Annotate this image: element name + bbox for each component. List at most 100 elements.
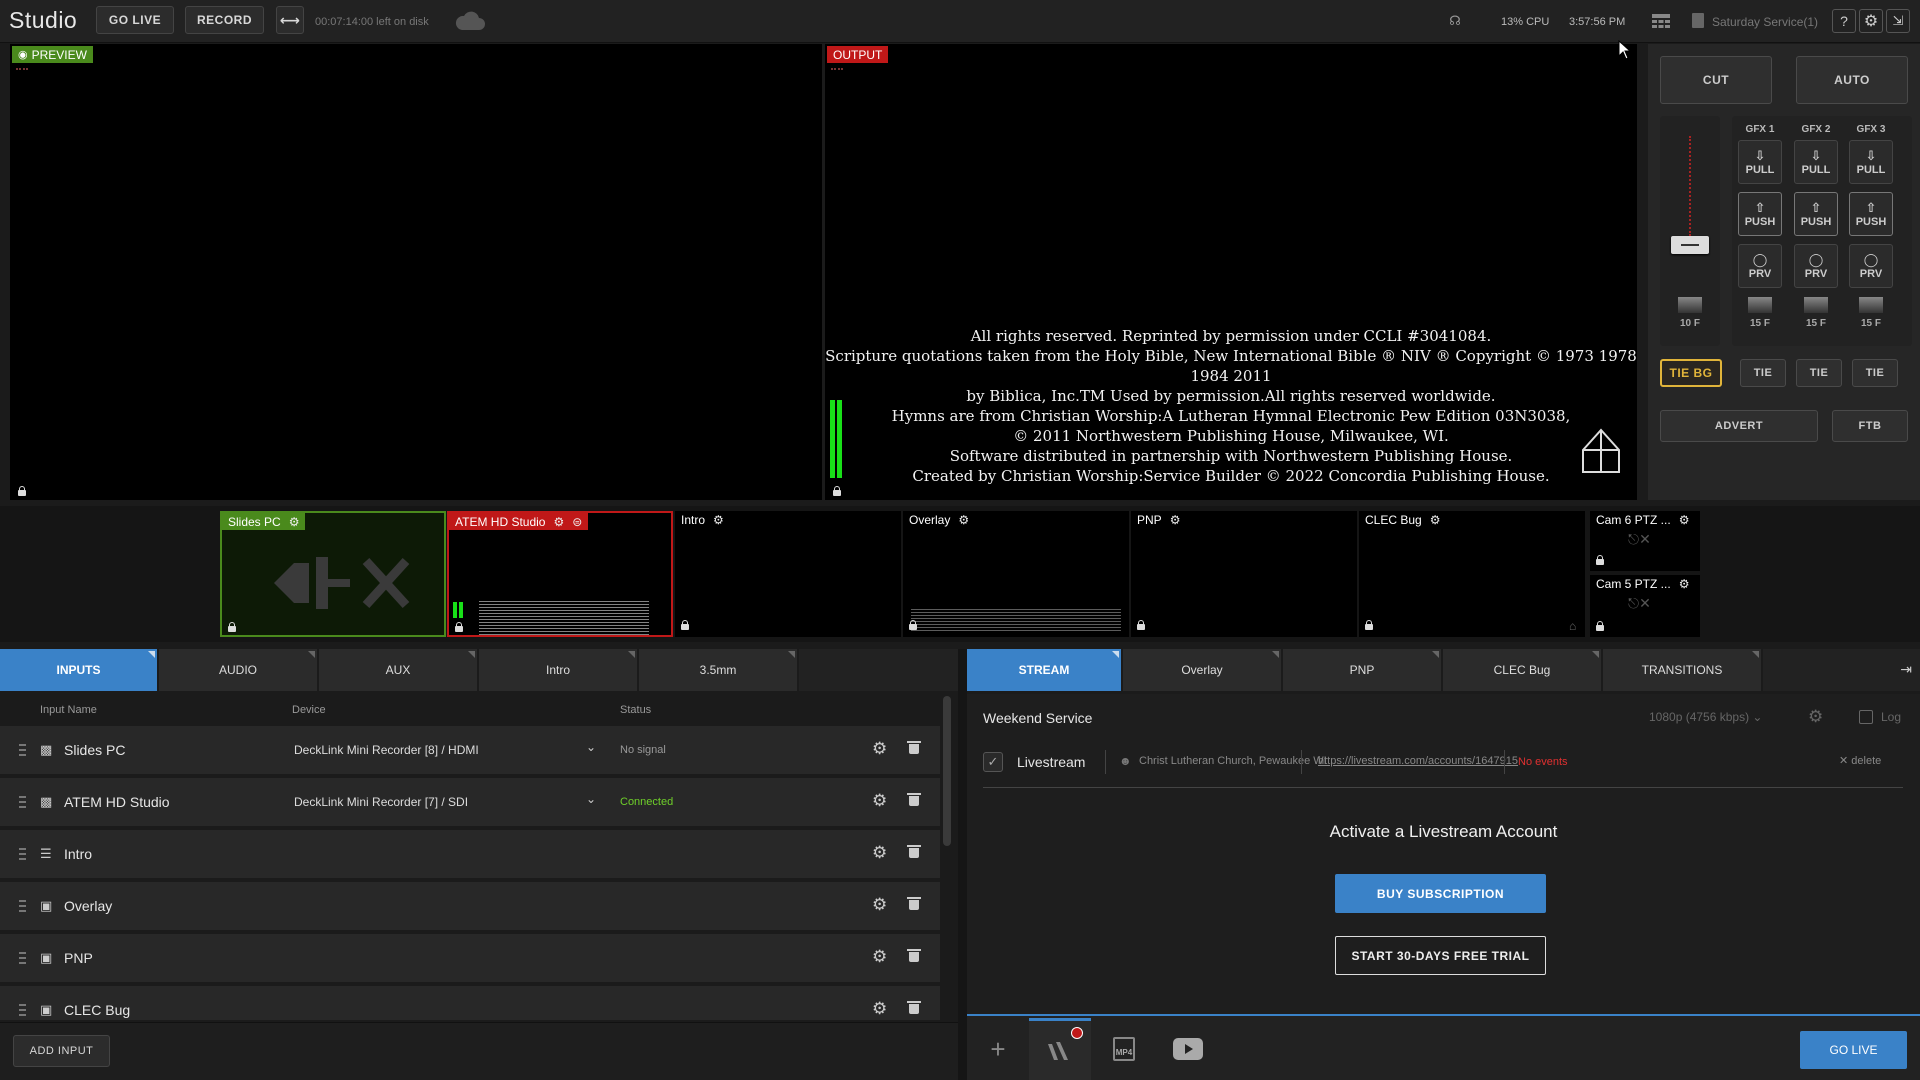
tab-audio[interactable]: AUDIO <box>159 649 319 691</box>
add-input-button[interactable]: ADD INPUT <box>13 1035 110 1067</box>
tab-overlay[interactable]: Overlay <box>1123 649 1283 691</box>
device-select[interactable]: DeckLink Mini Recorder [8] / HDMI <box>294 743 479 757</box>
record-button[interactable]: RECORD <box>185 6 264 34</box>
thumb-overlay[interactable]: Overlay ⚙ <box>903 511 1129 637</box>
lock-icon[interactable] <box>909 620 917 630</box>
lock-icon[interactable] <box>1365 620 1373 630</box>
stream-settings-gear-icon[interactable]: ⚙ <box>1808 707 1823 727</box>
tab-clec-bug[interactable]: CLEC Bug <box>1443 649 1603 691</box>
headphones-icon[interactable]: ☊ <box>1447 13 1463 29</box>
log-label[interactable]: Log <box>1881 710 1901 724</box>
tie-bg-button[interactable]: TIE BG <box>1660 359 1722 387</box>
gear-icon[interactable]: ⚙ <box>872 999 887 1019</box>
device-select[interactable]: DeckLink Mini Recorder [7] / SDI <box>294 795 468 809</box>
gear-icon[interactable]: ⚙ <box>553 515 564 529</box>
thumb-slides-pc[interactable]: Slides PC ⚙ <box>220 511 446 637</box>
gfx1-push-button[interactable]: ⇧ PUSH <box>1738 192 1782 236</box>
table-row[interactable]: ▣ PNP ⚙ <box>0 934 940 984</box>
log-checkbox[interactable] <box>1859 710 1873 724</box>
thumb-cam5-ptz[interactable]: Cam 5 PTZ ... ⚙ ⎋✕ <box>1590 575 1700 637</box>
thumb-clec-bug[interactable]: CLEC Bug ⚙ ⌂ <box>1359 511 1585 637</box>
thumb-atem-hd-studio[interactable]: ATEM HD Studio ⚙ ⊜ <box>447 511 673 637</box>
tab-stream[interactable]: STREAM <box>967 649 1123 691</box>
gfx3-frames[interactable]: 15 F <box>1849 318 1893 329</box>
inputs-scrollbar[interactable] <box>943 696 951 846</box>
output-monitor[interactable]: OUTPUT All rights reserved. Reprinted by… <box>825 44 1637 500</box>
table-row[interactable]: ▩ ATEM HD Studio DeckLink Mini Recorder … <box>0 778 940 828</box>
trash-icon[interactable] <box>907 896 922 912</box>
trash-icon[interactable] <box>907 792 922 808</box>
table-row[interactable]: ☰ Intro ⚙ <box>0 830 940 880</box>
stream-title[interactable]: Weekend Service <box>983 710 1092 726</box>
lock-icon[interactable] <box>228 622 236 632</box>
cloud-icon[interactable] <box>453 9 487 33</box>
table-row[interactable]: ▩ Slides PC DeckLink Mini Recorder [8] /… <box>0 726 940 776</box>
drag-handle-icon[interactable] <box>19 900 26 912</box>
lock-icon[interactable] <box>1596 621 1604 631</box>
table-row[interactable]: ▣ Overlay ⚙ <box>0 882 940 932</box>
thumb-pnp[interactable]: PNP ⚙ <box>1131 511 1357 637</box>
gfx3-pull-button[interactable]: ⇩ PULL <box>1849 140 1893 184</box>
chevron-down-icon[interactable]: ⌄ <box>586 792 596 806</box>
settings-gear-icon[interactable]: ⚙ <box>1859 9 1883 33</box>
gfx2-push-button[interactable]: ⇧ PUSH <box>1794 192 1838 236</box>
thumb-intro[interactable]: Intro ⚙ <box>675 511 901 637</box>
tab-intro[interactable]: Intro <box>479 649 639 691</box>
gfx2-tie-button[interactable]: TIE <box>1796 359 1842 387</box>
free-trial-button[interactable]: START 30-DAYS FREE TRIAL <box>1335 936 1546 975</box>
gear-icon[interactable]: ⚙ <box>1170 513 1181 527</box>
fullscreen-exit-icon[interactable]: ⇲ <box>1886 9 1910 33</box>
project-name[interactable]: Saturday Service(1) <box>1712 15 1818 29</box>
gfx1-tie-button[interactable]: TIE <box>1740 359 1786 387</box>
trash-icon[interactable] <box>907 948 922 964</box>
lock-icon[interactable] <box>1596 555 1604 565</box>
gfx2-prv-button[interactable]: ◯ PRV <box>1794 244 1838 288</box>
tab-pnp[interactable]: PNP <box>1283 649 1443 691</box>
drag-handle-icon[interactable] <box>19 848 26 860</box>
help-icon[interactable]: ? <box>1832 9 1856 33</box>
gfx3-tie-button[interactable]: TIE <box>1852 359 1898 387</box>
gear-icon[interactable]: ⚙ <box>1679 513 1690 527</box>
gear-icon[interactable]: ⚙ <box>872 843 887 863</box>
gear-icon[interactable]: ⚙ <box>713 513 724 527</box>
drag-handle-icon[interactable] <box>19 796 26 808</box>
mp4-recording-icon[interactable]: MP4 <box>1093 1018 1155 1080</box>
collapse-panel-icon[interactable]: ⇥ <box>1900 661 1912 678</box>
cut-button[interactable]: CUT <box>1660 56 1772 104</box>
trash-icon[interactable] <box>907 1000 922 1016</box>
account-url-link[interactable]: https://livestream.com/accounts/1647915 <box>1318 755 1518 767</box>
chevron-down-icon[interactable]: ⌄ <box>586 740 596 754</box>
trash-icon[interactable] <box>907 740 922 756</box>
drag-handle-icon[interactable] <box>19 952 26 964</box>
gear-icon[interactable]: ⚙ <box>289 515 300 529</box>
panel-divider[interactable] <box>958 649 967 1080</box>
main-frames[interactable]: 10 F <box>1660 318 1720 329</box>
buy-subscription-button[interactable]: BUY SUBSCRIPTION <box>1335 874 1546 913</box>
lock-icon[interactable] <box>18 486 26 496</box>
livestream-logo-icon[interactable] <box>1029 1018 1091 1080</box>
gfx1-pull-button[interactable]: ⇩ PULL <box>1738 140 1782 184</box>
lock-icon[interactable] <box>681 620 689 630</box>
gear-icon[interactable]: ⚙ <box>872 739 887 759</box>
tab-inputs[interactable]: INPUTS <box>0 649 159 691</box>
lock-icon[interactable] <box>455 622 463 632</box>
broadcast-icon[interactable]: ⊜ <box>572 515 582 529</box>
gear-icon[interactable]: ⚙ <box>872 947 887 967</box>
auto-button[interactable]: AUTO <box>1796 56 1908 104</box>
share-icon[interactable]: ⟷ <box>276 6 304 34</box>
thumb-cam6-ptz[interactable]: Cam 6 PTZ ... ⚙ ⎋✕ <box>1590 511 1700 571</box>
gear-icon[interactable]: ⚙ <box>1430 513 1441 527</box>
drag-handle-icon[interactable] <box>19 744 26 756</box>
gfx3-prv-button[interactable]: ◯ PRV <box>1849 244 1893 288</box>
gfx1-prv-button[interactable]: ◯ PRV <box>1738 244 1782 288</box>
preview-monitor[interactable]: ◉ PREVIEW <box>10 44 822 500</box>
youtube-icon[interactable] <box>1157 1018 1219 1080</box>
layout-grid-icon[interactable] <box>1650 10 1672 32</box>
add-destination-icon[interactable]: + <box>967 1018 1029 1080</box>
table-row[interactable]: ▣ CLEC Bug ⚙ <box>0 986 940 1022</box>
gfx1-frames[interactable]: 15 F <box>1738 318 1782 329</box>
go-live-button[interactable]: GO LIVE <box>96 6 174 34</box>
footer-go-live-button[interactable]: GO LIVE <box>1800 1031 1907 1069</box>
gfx2-frames[interactable]: 15 F <box>1794 318 1838 329</box>
gear-icon[interactable]: ⚙ <box>1679 577 1690 591</box>
